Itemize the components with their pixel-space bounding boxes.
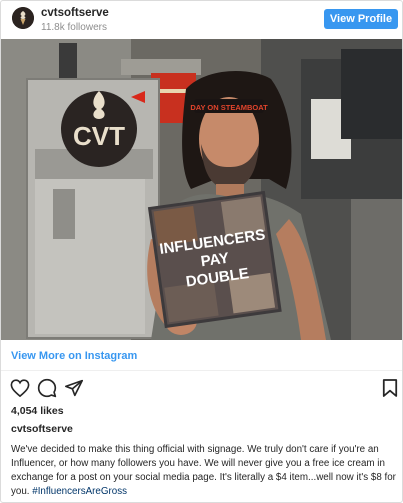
divider <box>1 370 402 371</box>
like-count[interactable]: 4,054 likes <box>11 405 64 417</box>
avatar[interactable] <box>12 7 34 29</box>
instagram-embed: cvtsoftserve 11.8k followers View Profil… <box>0 0 403 503</box>
caption-username[interactable]: cvtsoftserve <box>11 423 73 435</box>
view-more-link[interactable]: View More on Instagram <box>11 350 137 362</box>
post-header: cvtsoftserve 11.8k followers View Profil… <box>1 1 402 39</box>
comment-icon[interactable] <box>37 378 57 398</box>
cvt-logo-text: CVT <box>73 121 125 151</box>
hashtag-link[interactable]: #InfluencersAreGross <box>32 486 127 497</box>
header-username[interactable]: cvtsoftserve <box>41 7 109 19</box>
headband-text: DAY ON STEAMBOAT <box>190 103 268 112</box>
view-profile-button[interactable]: View Profile <box>324 9 398 29</box>
heart-icon[interactable] <box>10 379 30 397</box>
follower-count: 11.8k followers <box>41 22 107 33</box>
soft-serve-logo-icon <box>12 7 34 29</box>
truck-interior-image: CVT DAY ON STEAMBOAT INFLUENCERS PAY DOU… <box>1 39 402 340</box>
caption-text: We've decided to make this thing officia… <box>11 443 397 499</box>
influencers-pay-double-poster: INFLUENCERS PAY DOUBLE <box>147 190 282 329</box>
share-icon[interactable] <box>64 379 84 397</box>
bookmark-icon[interactable] <box>382 378 398 398</box>
post-photo[interactable]: CVT DAY ON STEAMBOAT INFLUENCERS PAY DOU… <box>1 39 402 340</box>
